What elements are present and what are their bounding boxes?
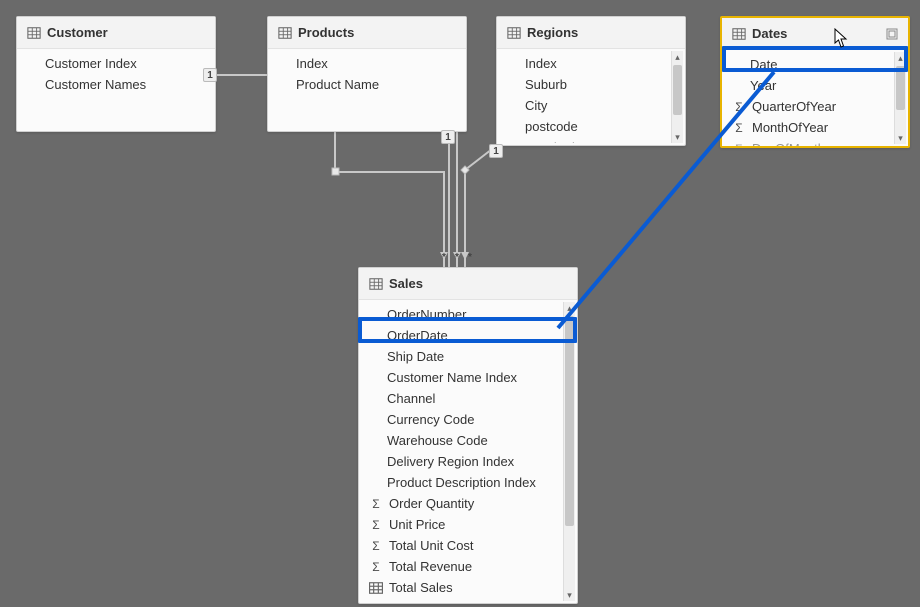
- scroll-thumb[interactable]: [896, 66, 905, 110]
- field-list-products: Index Product Name: [268, 49, 466, 99]
- sigma-icon: Σ: [369, 497, 383, 511]
- table-icon: [369, 277, 383, 291]
- table-products[interactable]: Products Index Product Name: [267, 16, 467, 132]
- cardinality-one: 1: [489, 144, 503, 158]
- scrollbar[interactable]: ▴ ▾: [671, 51, 683, 143]
- sigma-icon: Σ: [732, 142, 746, 147]
- table-regions[interactable]: Regions Index Suburb City postcode Longi…: [496, 16, 686, 146]
- expand-icon[interactable]: [886, 28, 898, 40]
- scroll-thumb[interactable]: [673, 65, 682, 115]
- field-list-regions: Index Suburb City postcode Longitude: [497, 49, 685, 143]
- field-sales-unitprice[interactable]: ΣUnit Price: [359, 514, 577, 535]
- sigma-icon: Σ: [369, 539, 383, 553]
- sigma-icon: Σ: [369, 560, 383, 574]
- model-canvas[interactable]: Customer Customer Index Customer Names 1…: [0, 0, 920, 607]
- table-icon: [369, 581, 383, 595]
- field-sales-productdescriptionindex[interactable]: Product Description Index: [359, 472, 577, 493]
- highlight-sales-orderdate: [358, 317, 577, 343]
- sigma-icon: Σ: [732, 121, 746, 135]
- field-regions-index[interactable]: Index: [497, 53, 685, 74]
- field-sales-orderquantity[interactable]: ΣOrder Quantity: [359, 493, 577, 514]
- field-sales-deliveryregionindex[interactable]: Delivery Region Index: [359, 451, 577, 472]
- field-dates-dayofmonth[interactable]: ΣDayOfMonth: [722, 138, 908, 146]
- table-customer[interactable]: Customer Customer Index Customer Names: [16, 16, 216, 132]
- field-customer-names[interactable]: Customer Names: [17, 74, 215, 95]
- highlight-dates-date: [722, 46, 908, 72]
- scroll-up-icon[interactable]: ▴: [564, 302, 575, 314]
- field-sales-customernameindex[interactable]: Customer Name Index: [359, 367, 577, 388]
- field-list-customer: Customer Index Customer Names: [17, 49, 215, 99]
- sigma-icon: Σ: [732, 100, 746, 114]
- table-dates[interactable]: Dates Date Year ΣQuarterOfYear ΣMonthOfY…: [720, 16, 910, 148]
- table-header-sales[interactable]: Sales: [359, 268, 577, 300]
- sigma-icon: Σ: [369, 518, 383, 532]
- field-regions-suburb[interactable]: Suburb: [497, 74, 685, 95]
- field-dates-monthofyear[interactable]: ΣMonthOfYear: [722, 117, 908, 138]
- field-dates-quarterofyear[interactable]: ΣQuarterOfYear: [722, 96, 908, 117]
- scroll-down-icon[interactable]: ▾: [895, 132, 906, 144]
- field-sales-totalunitcost[interactable]: ΣTotal Unit Cost: [359, 535, 577, 556]
- scroll-down-icon[interactable]: ▾: [564, 589, 575, 601]
- table-header-regions[interactable]: Regions: [497, 17, 685, 49]
- field-sales-currencycode[interactable]: Currency Code: [359, 409, 577, 430]
- cardinality-many: *: [437, 250, 451, 264]
- field-regions-longitude[interactable]: Longitude: [497, 137, 685, 143]
- table-title: Dates: [752, 26, 787, 41]
- field-sales-channel[interactable]: Channel: [359, 388, 577, 409]
- scroll-thumb[interactable]: [565, 316, 574, 526]
- field-sales-warehousecode[interactable]: Warehouse Code: [359, 430, 577, 451]
- table-title: Products: [298, 25, 354, 40]
- field-products-product-name[interactable]: Product Name: [268, 74, 466, 95]
- table-icon: [732, 27, 746, 41]
- field-sales-totalsales[interactable]: Total Sales: [359, 577, 577, 598]
- scrollbar[interactable]: ▴ ▾: [563, 302, 575, 601]
- table-title: Sales: [389, 276, 423, 291]
- field-list-sales: OrderNumber OrderDate Ship Date Customer…: [359, 300, 577, 602]
- field-dates-year[interactable]: Year: [722, 75, 908, 96]
- field-sales-totalrevenue[interactable]: ΣTotal Revenue: [359, 556, 577, 577]
- table-title: Customer: [47, 25, 108, 40]
- cardinality-one: 1: [441, 130, 455, 144]
- table-icon: [278, 26, 292, 40]
- field-sales-shipdate[interactable]: Ship Date: [359, 346, 577, 367]
- table-header-products[interactable]: Products: [268, 17, 466, 49]
- scroll-down-icon[interactable]: ▾: [672, 131, 683, 143]
- field-regions-postcode[interactable]: postcode: [497, 116, 685, 137]
- table-header-customer[interactable]: Customer: [17, 17, 215, 49]
- field-regions-city[interactable]: City: [497, 95, 685, 116]
- field-customer-index[interactable]: Customer Index: [17, 53, 215, 74]
- cardinality-one: 1: [203, 68, 217, 82]
- cardinality-many: *: [450, 250, 464, 264]
- scroll-up-icon[interactable]: ▴: [672, 51, 683, 63]
- field-products-index[interactable]: Index: [268, 53, 466, 74]
- table-icon: [27, 26, 41, 40]
- table-icon: [507, 26, 521, 40]
- table-title: Regions: [527, 25, 578, 40]
- cardinality-many: *: [463, 250, 477, 264]
